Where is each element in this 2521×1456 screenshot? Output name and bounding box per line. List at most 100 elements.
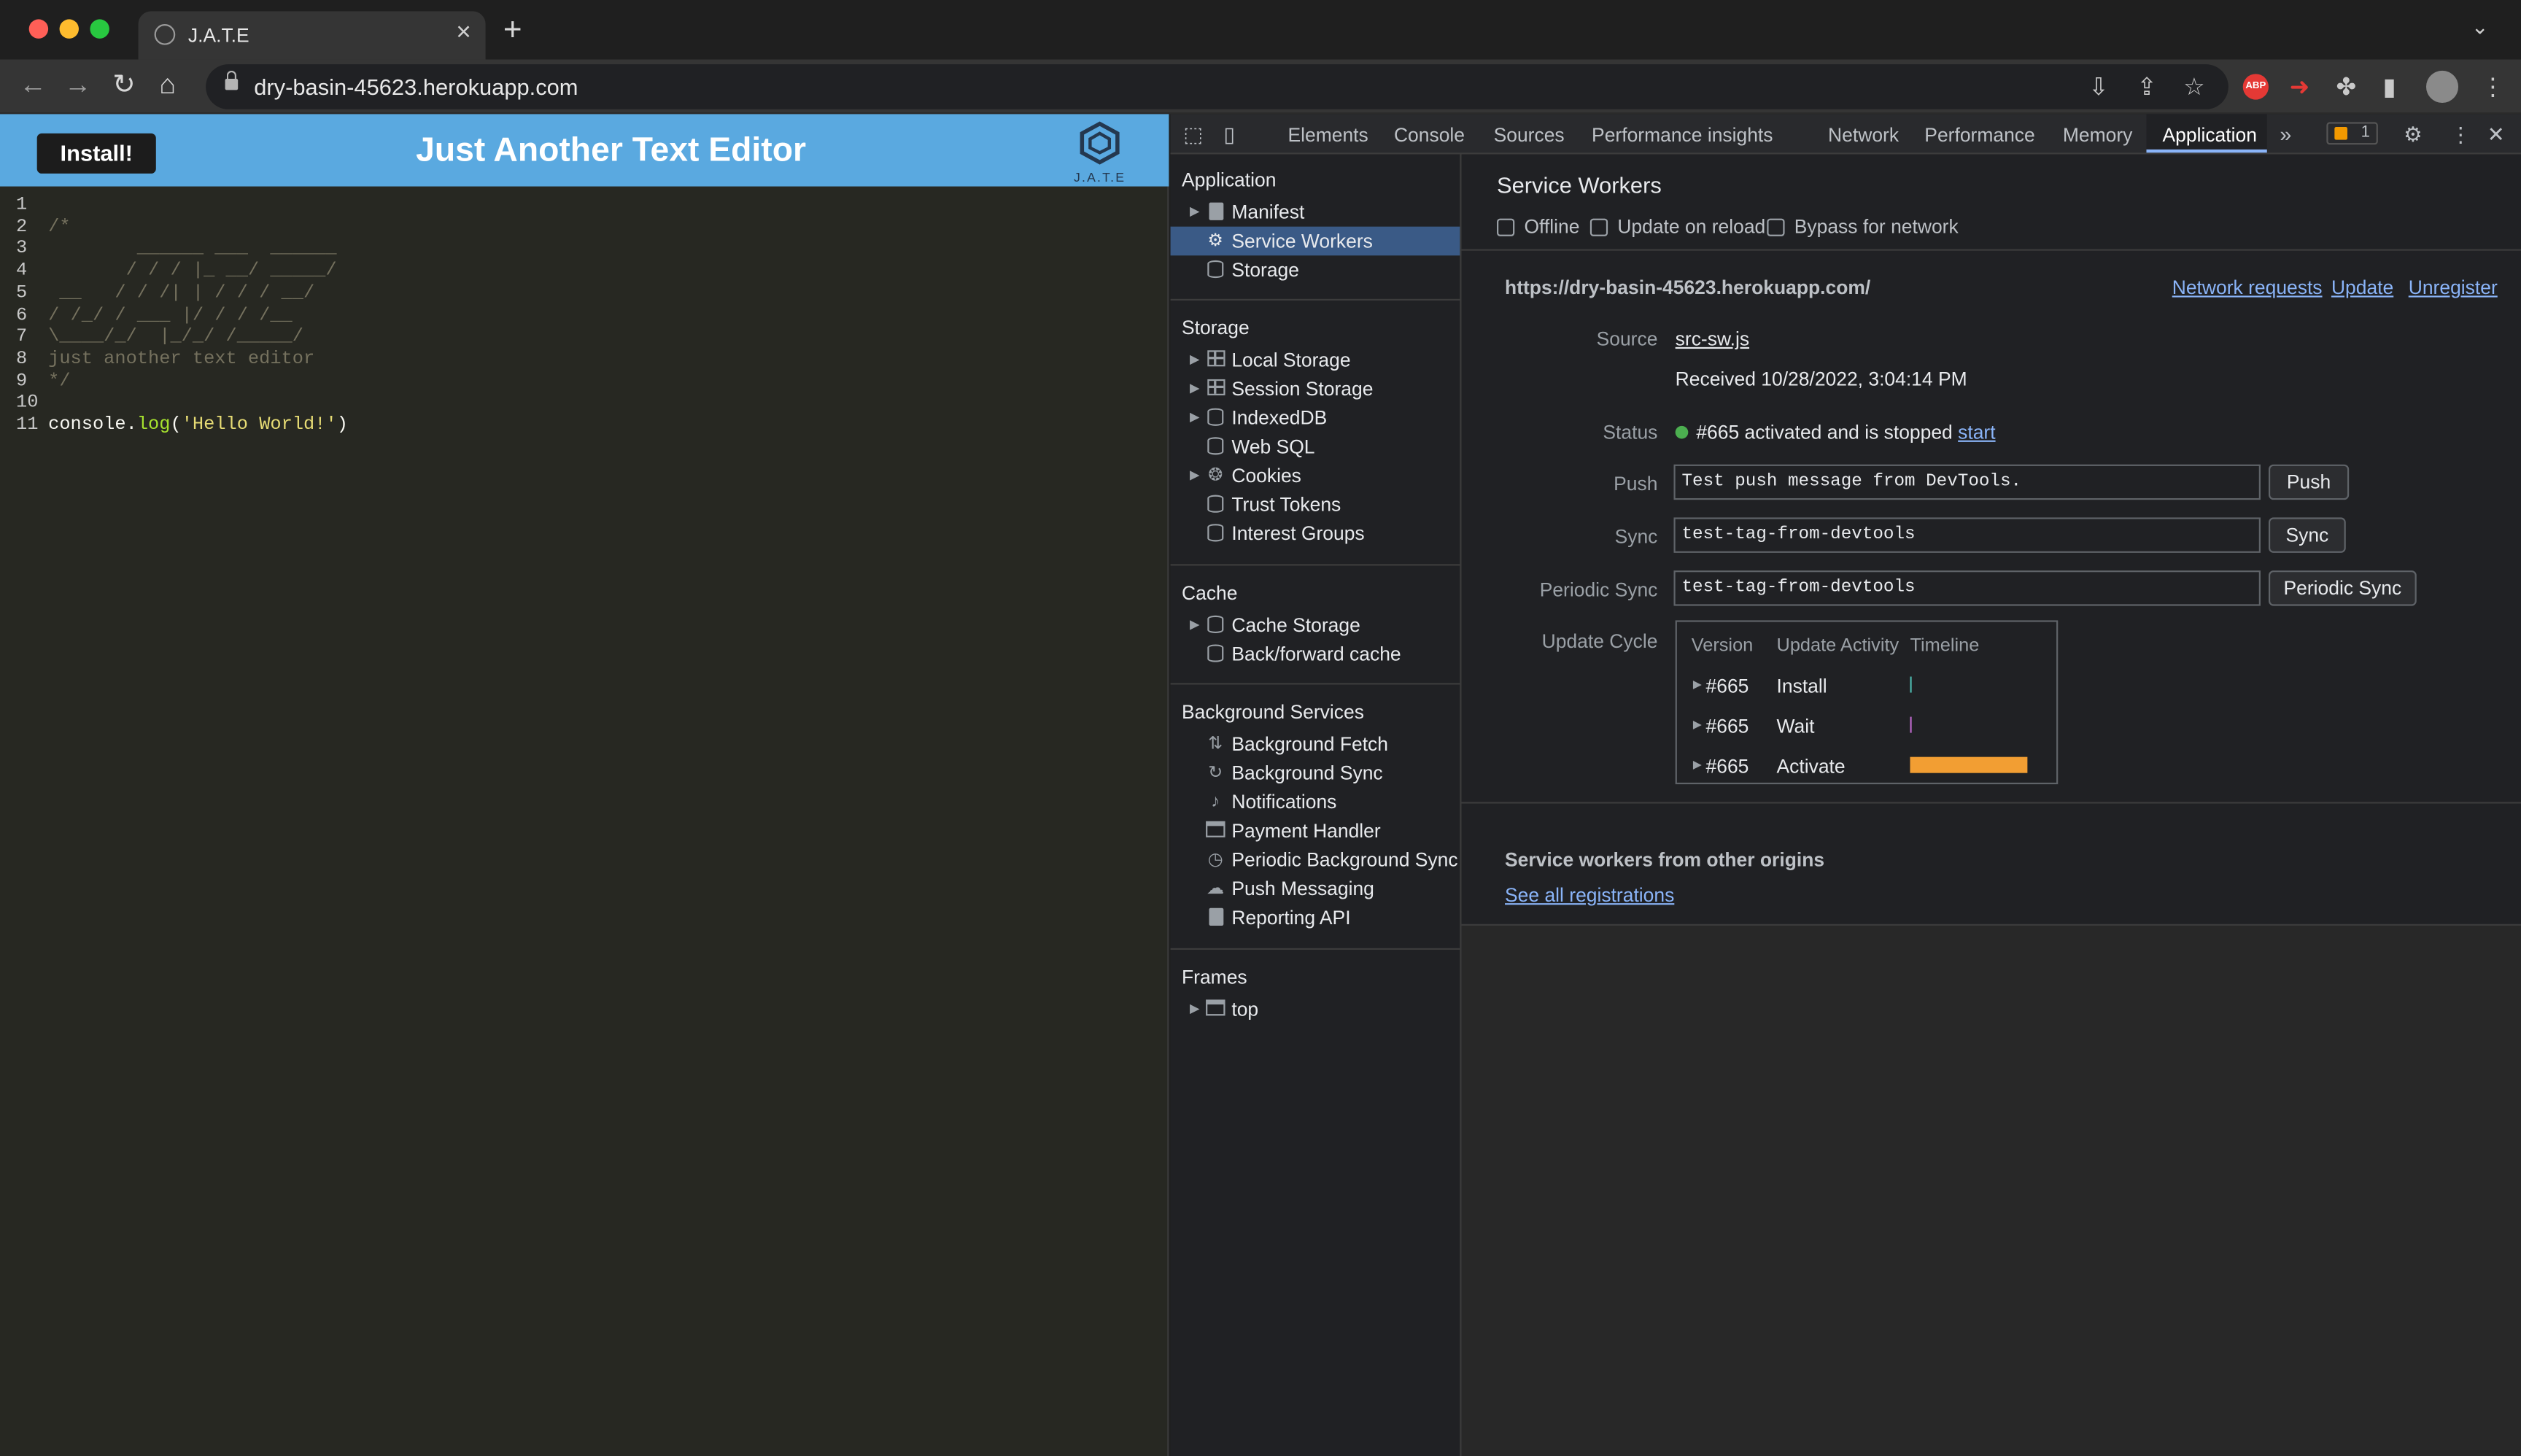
- timeline-bar: [1910, 756, 2028, 773]
- expand-arrow-icon[interactable]: ▶: [1190, 352, 1200, 366]
- browser-tab[interactable]: J.A.T.E ×: [138, 11, 486, 60]
- close-window-button[interactable]: [28, 19, 49, 39]
- sw-origin: https://dry-basin-45623.herokuapp.com/: [1505, 276, 1871, 299]
- sidebar-item-storage[interactable]: Storage: [1171, 255, 1460, 284]
- grid-icon: [1206, 379, 1225, 398]
- tab-elements[interactable]: Elements: [1287, 124, 1368, 147]
- tab-console[interactable]: Console: [1394, 124, 1465, 147]
- inspect-element-icon[interactable]: ⬚: [1183, 122, 1203, 147]
- expand-arrow-icon[interactable]: ▶: [1190, 381, 1200, 395]
- sync-button[interactable]: Sync: [2268, 517, 2346, 553]
- sidebar-item-background-sync[interactable]: ↻ Background Sync: [1171, 759, 1460, 788]
- forward-icon[interactable]: →: [64, 69, 91, 101]
- home-icon[interactable]: ⌂: [159, 69, 176, 101]
- sidebar-item-cache-storage[interactable]: ▶ Cache Storage: [1171, 611, 1460, 640]
- sidebar-item-periodic-background-sync[interactable]: ◷ Periodic Background Sync: [1171, 845, 1460, 875]
- expand-arrow-icon[interactable]: ▶: [1693, 678, 1702, 691]
- section-title-frames: Frames: [1182, 966, 1247, 988]
- expand-arrow-icon[interactable]: ▶: [1190, 410, 1200, 425]
- device-toolbar-icon[interactable]: ▯: [1223, 122, 1235, 147]
- install-app-icon[interactable]: ⇩: [2088, 72, 2109, 101]
- panel-title: Service Workers: [1497, 171, 1662, 198]
- sidebar-item-trust-tokens[interactable]: Trust Tokens: [1171, 490, 1460, 519]
- new-tab-icon[interactable]: +: [503, 13, 522, 50]
- expand-arrow-icon[interactable]: ▶: [1190, 468, 1200, 482]
- expand-arrow-icon[interactable]: ▶: [1190, 1002, 1200, 1016]
- adblock-extension-icon[interactable]: ABP: [2242, 74, 2269, 100]
- tab-performance[interactable]: Performance: [1924, 124, 2034, 147]
- network-requests-link[interactable]: Network requests: [2172, 276, 2323, 299]
- sidebar-item-manifest[interactable]: ▶ Manifest: [1171, 198, 1460, 227]
- update-on-reload-checkbox[interactable]: Update on reload: [1589, 215, 1765, 238]
- bookmark-star-icon[interactable]: ☆: [2183, 72, 2205, 101]
- section-divider: [1170, 298, 1460, 301]
- sidebar-item-background-fetch[interactable]: ⇅ Background Fetch: [1171, 729, 1460, 759]
- side-panel-icon[interactable]: ▮: [2382, 72, 2396, 101]
- sidebar-item-interest-groups[interactable]: Interest Groups: [1171, 519, 1460, 549]
- sidebar-item-local-storage[interactable]: ▶ Local Storage: [1171, 346, 1460, 375]
- sidebar-item-notifications[interactable]: ♪ Notifications: [1171, 788, 1460, 817]
- start-link[interactable]: start: [1958, 421, 1995, 444]
- update-link[interactable]: Update: [2331, 276, 2393, 299]
- database-icon: [1206, 644, 1225, 663]
- globe-icon: [154, 24, 176, 45]
- back-icon[interactable]: ←: [19, 69, 46, 101]
- address-bar[interactable]: dry-basin-45623.herokuapp.com: [206, 64, 2228, 109]
- chevron-down-icon[interactable]: ⌄: [2471, 15, 2489, 40]
- unregister-link[interactable]: Unregister: [2409, 276, 2498, 299]
- clock-icon: ◷: [1207, 850, 1223, 870]
- puzzle-extensions-icon[interactable]: ✤: [2336, 72, 2357, 101]
- kebab-menu-icon[interactable]: ⋮: [2481, 72, 2505, 101]
- see-all-registrations-link[interactable]: See all registrations: [1505, 884, 1674, 907]
- table-row[interactable]: ▶ #665 Install: [1677, 672, 2056, 704]
- expand-arrow-icon[interactable]: ▶: [1693, 719, 1702, 731]
- sidebar-item-top-frame[interactable]: ▶ top: [1171, 995, 1460, 1024]
- tab-network[interactable]: Network: [1828, 124, 1899, 147]
- reload-icon[interactable]: ↻: [112, 69, 135, 101]
- up-down-arrows-icon: ⇅: [1208, 734, 1223, 754]
- devtools-menu-icon[interactable]: ⋮: [2450, 122, 2471, 147]
- sidebar-item-session-storage[interactable]: ▶ Session Storage: [1171, 374, 1460, 403]
- settings-gear-icon[interactable]: ⚙: [2404, 122, 2423, 147]
- offline-checkbox[interactable]: Offline: [1497, 215, 1579, 238]
- periodic-sync-input[interactable]: test-tag-from-devtools: [1673, 570, 2261, 606]
- update-cycle-table: Version Update Activity Timeline ▶ #665 …: [1675, 620, 2059, 785]
- close-icon[interactable]: ×: [456, 19, 471, 48]
- database-icon: [1206, 615, 1225, 635]
- push-button[interactable]: Push: [2268, 464, 2350, 500]
- extension-arrow-icon[interactable]: ➜: [2290, 72, 2310, 101]
- sidebar-item-web-sql[interactable]: Web SQL: [1171, 433, 1460, 462]
- share-icon[interactable]: ⇪: [2137, 72, 2157, 101]
- periodic-sync-button[interactable]: Periodic Sync: [2268, 570, 2417, 606]
- tab-memory[interactable]: Memory: [2063, 124, 2133, 147]
- received-timestamp: Received 10/28/2022, 3:04:14 PM: [1675, 368, 1967, 391]
- sidebar-item-payment-handler[interactable]: Payment Handler: [1171, 816, 1460, 845]
- sidebar-item-cookies[interactable]: ▶ ❂ Cookies: [1171, 461, 1460, 490]
- push-label: Push: [1614, 472, 1658, 495]
- source-file-link[interactable]: src-sw.js: [1676, 328, 1749, 350]
- issues-badge[interactable]: 1: [2326, 122, 2378, 145]
- profile-avatar[interactable]: [2425, 70, 2459, 103]
- minimize-window-button[interactable]: [59, 19, 80, 39]
- table-row[interactable]: ▶ #665 Wait: [1677, 712, 2056, 744]
- section-title-storage: Storage: [1182, 317, 1250, 339]
- tab-application[interactable]: Application: [2163, 124, 2257, 147]
- table-row[interactable]: ▶ #665 Activate: [1677, 752, 2056, 784]
- sidebar-item-service-workers[interactable]: ⚙ Service Workers: [1170, 226, 1460, 256]
- expand-arrow-icon[interactable]: ▶: [1693, 759, 1702, 771]
- sidebar-item-push-messaging[interactable]: ☁ Push Messaging: [1171, 874, 1460, 903]
- zoom-window-button[interactable]: [90, 19, 109, 39]
- push-input[interactable]: Test push message from DevTools.: [1673, 464, 2261, 500]
- expand-arrow-icon[interactable]: ▶: [1190, 617, 1200, 632]
- url-text[interactable]: dry-basin-45623.herokuapp.com: [254, 74, 578, 99]
- bypass-network-checkbox[interactable]: Bypass for network: [1767, 215, 1959, 238]
- sidebar-item-back-forward-cache[interactable]: Back/forward cache: [1171, 640, 1460, 669]
- tab-sources[interactable]: Sources: [1494, 124, 1565, 147]
- sidebar-item-reporting-api[interactable]: Reporting API: [1171, 903, 1460, 932]
- tab-performance-insights[interactable]: Performance insights: [1592, 124, 1773, 147]
- expand-arrow-icon[interactable]: ▶: [1190, 204, 1200, 219]
- more-tabs-icon[interactable]: »: [2280, 122, 2291, 146]
- sidebar-item-indexeddb[interactable]: ▶ IndexedDB: [1171, 403, 1460, 433]
- sync-input[interactable]: test-tag-from-devtools: [1673, 517, 2261, 553]
- close-devtools-icon[interactable]: ✕: [2487, 122, 2505, 147]
